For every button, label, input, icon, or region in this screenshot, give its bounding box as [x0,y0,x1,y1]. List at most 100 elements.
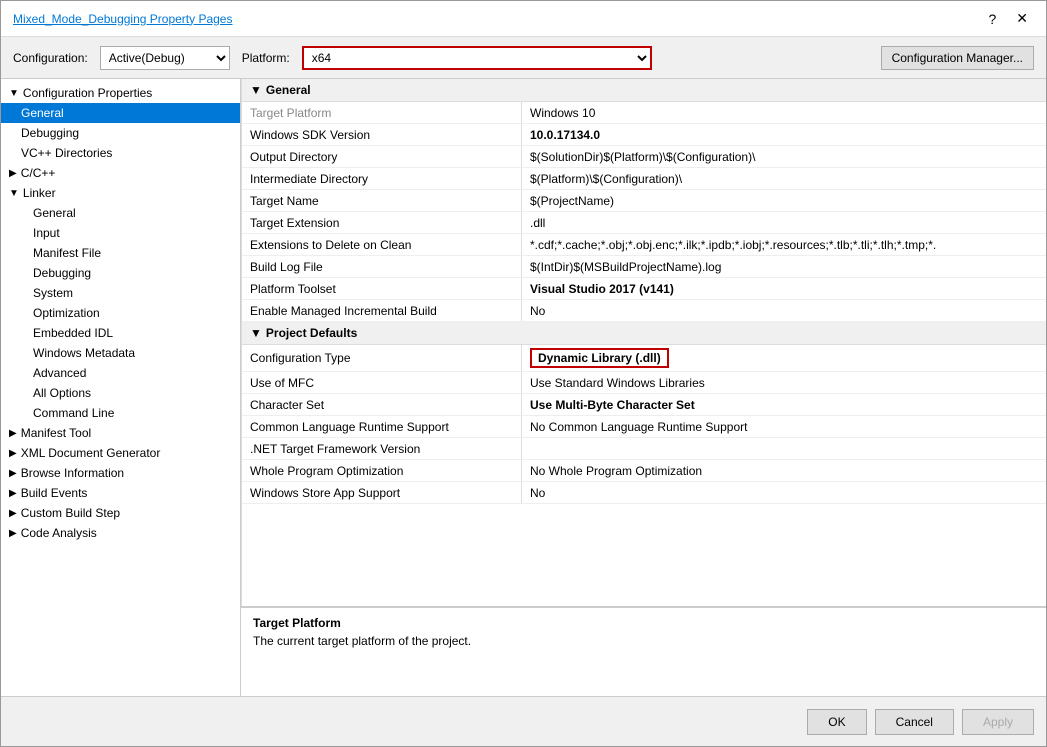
config-bar: Configuration: Active(Debug) Platform: x… [1,37,1046,79]
help-button[interactable]: ? [982,8,1002,29]
apply-button[interactable]: Apply [962,709,1034,735]
sidebar-label-browse-information: Browse Information [21,466,124,480]
prop-row-target-platform[interactable]: Target Platform Windows 10 [242,102,1046,124]
prop-value-target-extension: .dll [522,212,1046,233]
sidebar-label-xml-document-generator: XML Document Generator [21,446,161,460]
sidebar-label-vc-directories: VC++ Directories [21,146,112,160]
sidebar-item-manifest-tool[interactable]: ▶ Manifest Tool [1,423,240,443]
sidebar-item-general[interactable]: General [1,103,240,123]
prop-name-extensions-delete: Extensions to Delete on Clean [242,234,522,255]
section-toggle-project-defaults[interactable]: ▼ [250,326,262,340]
footer: OK Cancel Apply [1,696,1046,746]
configuration-select[interactable]: Active(Debug) [100,46,230,70]
toggle-icon-linker: ▼ [9,188,19,199]
title-bar-controls: ? ✕ [982,8,1034,29]
sidebar-item-linker-manifest[interactable]: Manifest File [1,243,240,263]
prop-value-extensions-delete: *.cdf;*.cache;*.obj;*.obj.enc;*.ilk;*.ip… [522,234,1046,255]
properties-panel: ▼ General Target Platform Windows 10 Win… [241,79,1046,696]
sidebar-item-linker-debugging[interactable]: Debugging [1,263,240,283]
sidebar-item-linker-optimization[interactable]: Optimization [1,303,240,323]
sidebar-item-linker-windows-metadata[interactable]: Windows Metadata [1,343,240,363]
sidebar-item-linker[interactable]: ▼ Linker [1,183,240,203]
sidebar-label-linker-windows-metadata: Windows Metadata [33,346,135,360]
ok-button[interactable]: OK [807,709,866,735]
sidebar-label-build-events: Build Events [21,486,88,500]
section-toggle-general[interactable]: ▼ [250,83,262,97]
prop-name-net-framework: .NET Target Framework Version [242,438,522,459]
sidebar-item-code-analysis[interactable]: ▶ Code Analysis [1,523,240,543]
prop-value-use-mfc: Use Standard Windows Libraries [522,372,1046,393]
sidebar-item-linker-advanced[interactable]: Advanced [1,363,240,383]
prop-row-intermediate-dir[interactable]: Intermediate Directory $(Platform)\$(Con… [242,168,1046,190]
prop-value-target-platform: Windows 10 [522,102,1046,123]
property-pages-dialog: Mixed_Mode_Debugging Property Pages ? ✕ … [0,0,1047,747]
sidebar-item-cpp[interactable]: ▶ C/C++ [1,163,240,183]
prop-row-target-name[interactable]: Target Name $(ProjectName) [242,190,1046,212]
sidebar-item-custom-build-step[interactable]: ▶ Custom Build Step [1,503,240,523]
toggle-icon-custom-build: ▶ [9,508,17,519]
sidebar-item-config-properties[interactable]: ▼ Configuration Properties [1,83,240,103]
sidebar-item-debugging[interactable]: Debugging [1,123,240,143]
toggle-icon-manifest-tool: ▶ [9,428,17,439]
config-type-highlighted: Dynamic Library (.dll) [530,348,669,368]
prop-row-extensions-delete[interactable]: Extensions to Delete on Clean *.cdf;*.ca… [242,234,1046,256]
prop-row-whole-program[interactable]: Whole Program Optimization No Whole Prog… [242,460,1046,482]
sidebar-item-vc-directories[interactable]: VC++ Directories [1,143,240,163]
prop-name-output-dir: Output Directory [242,146,522,167]
prop-row-platform-toolset[interactable]: Platform Toolset Visual Studio 2017 (v14… [242,278,1046,300]
sidebar-item-build-events[interactable]: ▶ Build Events [1,483,240,503]
prop-name-whole-program: Whole Program Optimization [242,460,522,481]
section-header-general: ▼ General [242,79,1046,102]
section-header-project-defaults: ▼ Project Defaults [242,322,1046,345]
sidebar-label-config-properties: Configuration Properties [23,86,152,100]
sidebar-label-cpp: C/C++ [21,166,56,180]
prop-value-windows-store: No [522,482,1046,503]
prop-row-windows-store[interactable]: Windows Store App Support No [242,482,1046,504]
prop-value-character-set: Use Multi-Byte Character Set [522,394,1046,415]
sidebar-item-xml-document-generator[interactable]: ▶ XML Document Generator [1,443,240,463]
sidebar-item-linker-system[interactable]: System [1,283,240,303]
prop-row-managed-incremental[interactable]: Enable Managed Incremental Build No [242,300,1046,322]
sidebar-label-linker-input: Input [33,226,60,240]
project-name-link[interactable]: Mixed_Mode_Debugging [13,12,146,26]
platform-label: Platform: [242,51,290,65]
prop-row-clr-support[interactable]: Common Language Runtime Support No Commo… [242,416,1046,438]
prop-name-windows-store: Windows Store App Support [242,482,522,503]
prop-name-target-extension: Target Extension [242,212,522,233]
prop-row-net-framework[interactable]: .NET Target Framework Version [242,438,1046,460]
close-button[interactable]: ✕ [1010,8,1034,29]
prop-row-sdk-version[interactable]: Windows SDK Version 10.0.17134.0 [242,124,1046,146]
sidebar-item-linker-command-line[interactable]: Command Line [1,403,240,423]
prop-name-intermediate-dir: Intermediate Directory [242,168,522,189]
prop-value-platform-toolset: Visual Studio 2017 (v141) [522,278,1046,299]
cancel-button[interactable]: Cancel [875,709,954,735]
platform-select[interactable]: x64 [302,46,652,70]
prop-name-target-name: Target Name [242,190,522,211]
title-suffix: Property Pages [146,12,232,26]
sidebar-label-manifest-tool: Manifest Tool [21,426,91,440]
prop-row-build-log[interactable]: Build Log File $(IntDir)$(MSBuildProject… [242,256,1046,278]
sidebar-item-linker-all-options[interactable]: All Options [1,383,240,403]
sidebar-item-linker-embedded-idl[interactable]: Embedded IDL [1,323,240,343]
prop-name-build-log: Build Log File [242,256,522,277]
prop-row-character-set[interactable]: Character Set Use Multi-Byte Character S… [242,394,1046,416]
prop-value-output-dir: $(SolutionDir)$(Platform)\$(Configuratio… [522,146,1046,167]
prop-row-config-type[interactable]: Configuration Type Dynamic Library (.dll… [242,345,1046,372]
prop-name-config-type: Configuration Type [242,345,522,371]
prop-value-intermediate-dir: $(Platform)\$(Configuration)\ [522,168,1046,189]
config-manager-button[interactable]: Configuration Manager... [881,46,1034,70]
sidebar-label-custom-build-step: Custom Build Step [21,506,120,520]
sidebar-item-browse-information[interactable]: ▶ Browse Information [1,463,240,483]
prop-row-use-mfc[interactable]: Use of MFC Use Standard Windows Librarie… [242,372,1046,394]
prop-row-target-extension[interactable]: Target Extension .dll [242,212,1046,234]
prop-row-output-dir[interactable]: Output Directory $(SolutionDir)$(Platfor… [242,146,1046,168]
prop-name-character-set: Character Set [242,394,522,415]
main-content: ▼ Configuration Properties General Debug… [1,79,1046,696]
prop-value-whole-program: No Whole Program Optimization [522,460,1046,481]
sidebar-label-linker-manifest: Manifest File [33,246,101,260]
title-bar-text: Mixed_Mode_Debugging Property Pages [13,12,232,26]
sidebar-label-linker-all-options: All Options [33,386,91,400]
toggle-icon-code-analysis: ▶ [9,528,17,539]
sidebar-item-linker-input[interactable]: Input [1,223,240,243]
sidebar-item-linker-general[interactable]: General [1,203,240,223]
